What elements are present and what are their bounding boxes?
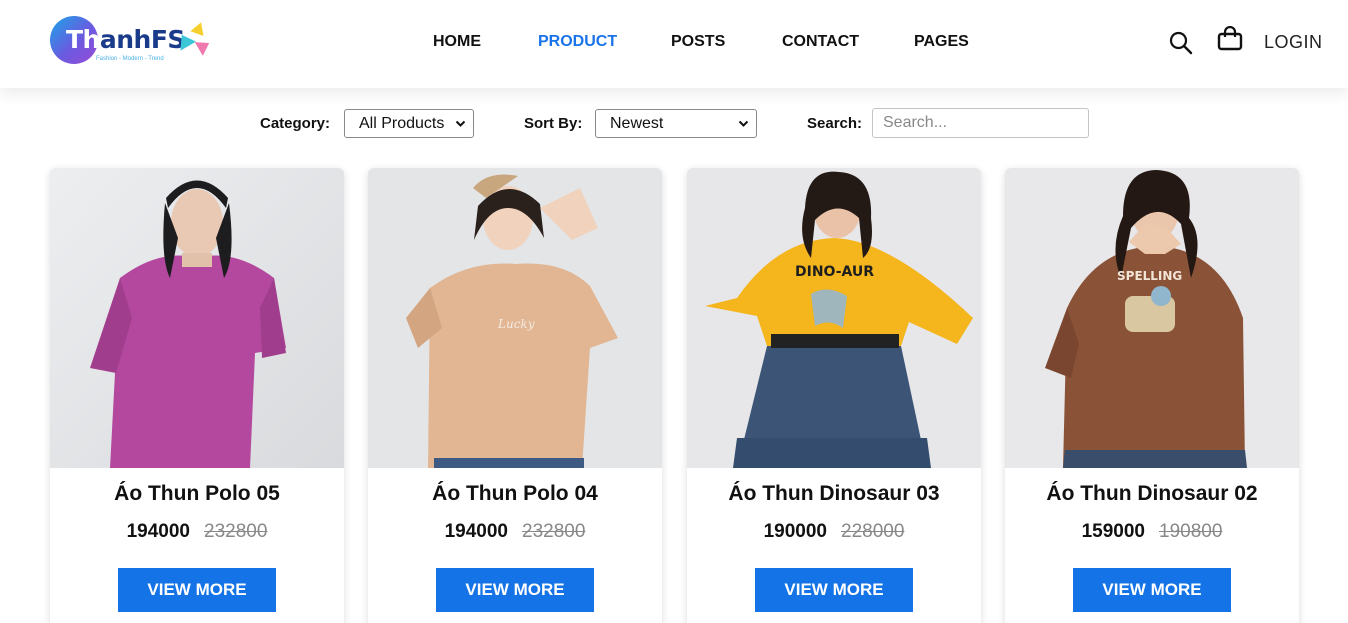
product-name: Áo Thun Dinosaur 03 [728,482,940,505]
product-name: Áo Thun Polo 04 [432,482,598,505]
product-price: 194000 [126,521,190,542]
search-label: Search: [807,115,863,132]
sort-select-value: Newest [610,115,664,132]
product-old-price: 232800 [204,521,268,542]
logo-tagline: Fashion - Modern - Trend [96,56,164,62]
logo-triangle [194,36,214,56]
product-price: 194000 [444,521,508,542]
svg-text:DINO-AUR: DINO-AUR [795,264,874,280]
nav-contact[interactable]: CONTACT [782,33,859,51]
view-more-button[interactable]: VIEW MORE [755,568,913,612]
product-card: DINO-AUR Áo Thun Dinosaur 03 190000 22800… [687,168,981,623]
shopping-bag-icon[interactable] [1217,26,1243,52]
logo-triangle [190,19,208,37]
product-prices: 159000 190800 [1005,521,1299,543]
chevron-down-icon [455,120,466,127]
chevron-down-icon [738,120,749,127]
product-name: Áo Thun Polo 05 [114,482,280,505]
site-header: ThanhFS Fashion - Modern - Trend HOME PR… [0,0,1348,88]
product-prices: 194000 232800 [50,521,344,543]
category-label: Category: [260,115,331,132]
site-logo[interactable]: ThanhFS Fashion - Modern - Trend [50,16,215,68]
svg-text:Lucky: Lucky [497,317,535,331]
product-image[interactable]: SPELLING [1005,168,1299,468]
product-card: Lucky Áo Thun Polo 04 194000 232800 VIEW … [368,168,662,623]
product-prices: 190000 228000 [687,521,981,543]
nav-pages[interactable]: PAGES [914,33,969,51]
product-old-price: 228000 [841,521,905,542]
product-old-price: 232800 [522,521,586,542]
nav-product[interactable]: PRODUCT [538,33,617,51]
product-old-price: 190800 [1159,521,1223,542]
category-select[interactable]: All Products [344,109,474,138]
view-more-button[interactable]: VIEW MORE [436,568,594,612]
product-image[interactable]: DINO-AUR [687,168,981,468]
sort-label: Sort By: [524,115,583,132]
view-more-button[interactable]: VIEW MORE [118,568,276,612]
svg-text:SPELLING: SPELLING [1117,269,1182,283]
product-name: Áo Thun Dinosaur 02 [1046,482,1258,505]
category-select-value: All Products [359,115,445,132]
product-image[interactable]: Lucky [368,168,662,468]
login-link[interactable]: LOGIN [1264,32,1323,53]
product-card: Áo Thun Polo 05 194000 232800 VIEW MORE [50,168,344,623]
product-prices: 194000 232800 [368,521,662,543]
product-card: SPELLING Áo Thun Dinosaur 02 159000 19080… [1005,168,1299,623]
nav-posts[interactable]: POSTS [671,33,725,51]
search-icon[interactable] [1168,30,1194,56]
product-image[interactable] [50,168,344,468]
sort-select[interactable]: Newest [595,109,757,138]
nav-home[interactable]: HOME [433,33,481,51]
product-price: 159000 [1081,521,1145,542]
logo-text: ThanhFS [66,25,185,54]
view-more-button[interactable]: VIEW MORE [1073,568,1231,612]
product-price: 190000 [763,521,827,542]
search-input[interactable] [872,108,1089,138]
